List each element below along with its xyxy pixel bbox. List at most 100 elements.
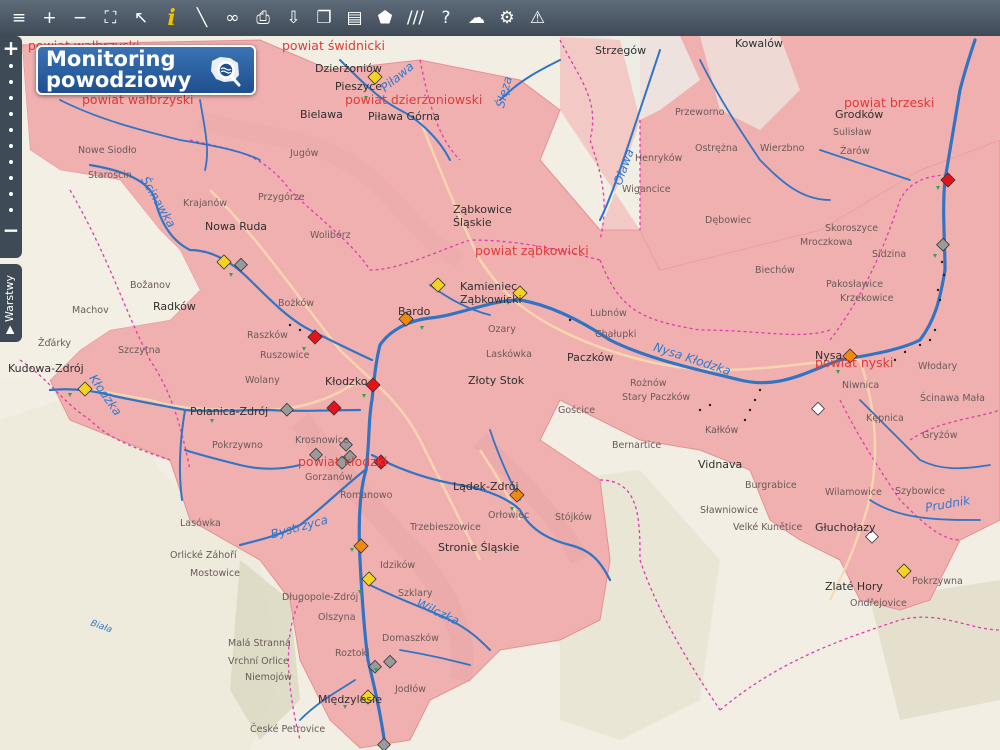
poland-map-magnifier-icon [211,57,241,87]
village-label: Rożnów [630,378,667,389]
village-label: Domaszków [382,633,439,644]
village-label: Božanov [130,280,171,291]
link-icon[interactable]: ∞ [220,5,246,31]
village-label: Laskówka [486,349,532,360]
town-label: Grodków [835,108,884,121]
town-label: Kamieniec Ząbkowicki [460,280,522,306]
shape-icon[interactable]: ⬟ [372,5,398,31]
village-label: Wolibórz [310,230,351,241]
zoom-level-step[interactable] [9,112,13,116]
cloud-icon[interactable]: ☁ [464,5,490,31]
village-label: Wigancice [622,184,671,195]
village-label: Skoroszyce [825,223,879,234]
copy-icon[interactable]: ❐ [311,5,337,31]
village-label: Krzekowice [840,293,894,304]
village-label: Nowe Siodło [78,145,137,156]
village-label: Starościn [88,170,132,181]
zoom-level-step[interactable] [9,208,13,212]
village-label: Przygórze [258,192,305,203]
village-label: Ostrężna [695,143,738,154]
village-label: Mroczkowa [800,237,853,248]
town-label: Złoty Stok [468,374,525,387]
zoom-bar: + − [0,36,22,258]
town-label: Strzegów [595,44,647,57]
pointer-icon[interactable]: ↖ [128,5,154,31]
village-label: Lasówka [180,518,221,529]
village-label: Kałków [705,425,739,436]
village-label: Orłowiec [488,510,530,521]
town-label: Paczków [567,351,614,364]
village-label: Pokrzywno [212,440,263,451]
town-label: Dzierżoniów [315,62,382,75]
village-label: Burgrabice [745,480,797,491]
layers-label: Warstwy [3,275,16,323]
zoom-level-step[interactable] [9,80,13,84]
town-label: Polanica-Zdrój [190,405,269,418]
layers-icon[interactable]: ≡ [6,5,32,31]
village-label: Pokrzywna [912,576,963,587]
zoom-level-step[interactable] [9,160,13,164]
town-label: Kowalów [735,37,783,50]
village-label: Kępnica [866,413,904,424]
village-label: Romanowo [340,490,393,501]
zoom-minus-button[interactable]: − [3,220,20,240]
print-icon[interactable]: ⎙ [250,5,276,31]
town-label: Lądek-Zdrój [453,480,519,493]
zoom-level-step[interactable] [9,96,13,100]
village-label: Roztoki [335,648,370,659]
village-label: Gorzanów [305,472,353,483]
zoom-level-step[interactable] [9,176,13,180]
village-label: Wierzbno [760,143,805,154]
town-label: Stronie Śląskie [438,541,520,554]
info-icon[interactable]: i [159,5,185,31]
village-label: Niemojów [245,672,292,683]
download-icon[interactable]: ⇩ [281,5,307,31]
warning-icon[interactable]: ⚠ [525,5,551,31]
village-label: Sulisław [833,127,872,138]
village-label: Orlické Záhoří [170,550,237,561]
zoom-in-icon[interactable]: + [37,5,63,31]
layout-icon[interactable]: ▤ [342,5,368,31]
logo-title-line2: powodziowy [46,68,192,92]
village-label: České Petrovice [250,724,326,735]
county-label: powiat dzierżoniowski [345,92,483,107]
zoom-out-icon[interactable]: − [67,5,93,31]
zoom-level-step[interactable] [9,64,13,68]
village-label: Stary Paczków [622,392,691,403]
town-label: Pieszyce [335,80,383,93]
zoom-level-step[interactable] [9,144,13,148]
town-label: Bielawa [300,108,343,121]
settings-icon[interactable]: ⚙ [494,5,520,31]
zoom-level-step[interactable] [9,128,13,132]
village-label: Niwnica [842,380,880,391]
village-label: Idzików [380,560,416,571]
village-label: Bożków [278,298,315,309]
village-label: Malá Stranná [228,638,291,649]
town-label: Międzylesie [318,693,382,706]
town-label: Nowa Ruda [205,220,268,233]
app-logo: Monitoring powodziowy [36,45,256,95]
village-label: Raszków [247,330,288,341]
measure-icon[interactable]: ╲ [189,5,215,31]
village-label: Bernartice [612,440,662,451]
village-label: Długopole-Zdrój [282,592,359,603]
help-icon[interactable]: ? [433,5,459,31]
zoom-plus-button[interactable]: + [3,38,20,58]
village-label: Dębowiec [705,215,752,226]
village-label: Lubnów [590,308,627,319]
village-label: Szklary [398,588,433,599]
village-label: Krosnowice [295,435,349,446]
village-label: Biechów [755,265,795,276]
village-label: Ścinawa Mała [920,393,985,404]
village-label: Przeworno [675,107,725,118]
hatch-icon[interactable]: /// [403,5,429,31]
village-label: Mostowice [190,568,240,579]
zoom-extent-icon[interactable]: ⛶ [98,5,124,31]
layers-panel-toggle[interactable]: ▶ Warstwy [0,264,22,342]
village-label: Ondřejovice [850,598,907,609]
village-label: Żarów [840,146,870,157]
village-label: Velké Kunětice [733,522,803,533]
zoom-level-step[interactable] [9,192,13,196]
village-label: Gościce [558,405,596,416]
county-label: powiat kłodzki [298,454,388,469]
